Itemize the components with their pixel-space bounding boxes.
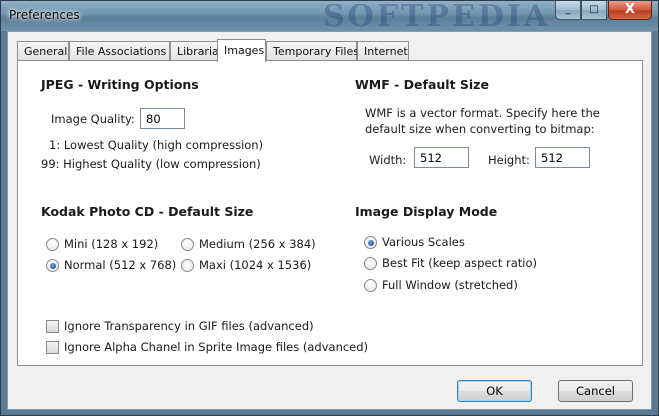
ignore-sprite-alpha-checkbox[interactable] [46, 341, 59, 354]
kodak-heading: Kodak Photo CD - Default Size [41, 204, 254, 219]
minimize-button[interactable]: _ [555, 1, 581, 20]
kodak-radio-medium[interactable] [181, 238, 194, 251]
close-button[interactable]: X [608, 1, 652, 20]
tab-temporary-files[interactable]: Temporary Files [266, 41, 359, 60]
wmf-description-line1: WMF is a vector format. Specify here the [365, 106, 600, 120]
image-quality-label: Image Quality: [51, 112, 135, 126]
kodak-label-mini[interactable]: Mini (128 x 192) [64, 237, 158, 251]
tab-file-associations[interactable]: File Associations [69, 41, 170, 60]
quality-hint-high: 99: Highest Quality (low compression) [41, 157, 261, 171]
ignore-gif-transparency-label[interactable]: Ignore Transparency in GIF files (advanc… [64, 319, 314, 333]
image-quality-input[interactable] [140, 108, 185, 129]
wmf-height-label: Height: [488, 153, 530, 167]
wmf-height-input[interactable] [535, 147, 590, 168]
kodak-radio-normal[interactable] [46, 259, 59, 272]
ignore-gif-transparency-checkbox[interactable] [46, 320, 59, 333]
jpeg-heading: JPEG - Writing Options [41, 77, 199, 92]
display-radio-various-scales[interactable] [364, 236, 377, 249]
display-label-various-scales[interactable]: Various Scales [382, 235, 465, 249]
wmf-heading: WMF - Default Size [355, 77, 489, 92]
display-radio-best-fit[interactable] [364, 257, 377, 270]
title-bar[interactable]: Preferences SOFTPEDIA _ □ X [1, 0, 658, 34]
tab-librarian[interactable]: Librarian [170, 41, 226, 60]
window-title: Preferences [9, 8, 80, 22]
cancel-button[interactable]: Cancel [558, 380, 633, 402]
kodak-radio-maxi[interactable] [181, 259, 194, 272]
images-tab-panel: JPEG - Writing Options Image Quality: 1:… [17, 60, 643, 366]
tab-general[interactable]: General [17, 41, 69, 60]
display-mode-heading: Image Display Mode [355, 204, 498, 219]
quality-hint-low: 1: Lowest Quality (high compression) [49, 138, 264, 152]
display-label-full-window[interactable]: Full Window (stretched) [382, 278, 518, 292]
ignore-sprite-alpha-label[interactable]: Ignore Alpha Chanel in Sprite Image file… [64, 340, 368, 354]
kodak-label-medium[interactable]: Medium (256 x 384) [199, 237, 316, 251]
kodak-label-normal[interactable]: Normal (512 x 768) [64, 258, 176, 272]
display-label-best-fit[interactable]: Best Fit (keep aspect ratio) [382, 256, 537, 270]
preferences-window: Preferences SOFTPEDIA _ □ X General File… [0, 0, 659, 416]
wmf-description-line2: default size when converting to bitmap: [365, 122, 595, 136]
dialog-client-area: General File Associations Librarian Imag… [7, 31, 652, 410]
display-radio-full-window[interactable] [364, 279, 377, 292]
tab-internet[interactable]: Internet [357, 41, 409, 60]
kodak-label-maxi[interactable]: Maxi (1024 x 1536) [199, 258, 311, 272]
wmf-width-input[interactable] [414, 147, 469, 168]
tab-images[interactable]: Images [217, 39, 266, 62]
kodak-radio-mini[interactable] [46, 238, 59, 251]
ok-button[interactable]: OK [457, 380, 532, 402]
maximize-button[interactable]: □ [581, 1, 607, 20]
wmf-width-label: Width: [369, 153, 407, 167]
watermark-logo: SOFTPEDIA [323, 0, 551, 34]
